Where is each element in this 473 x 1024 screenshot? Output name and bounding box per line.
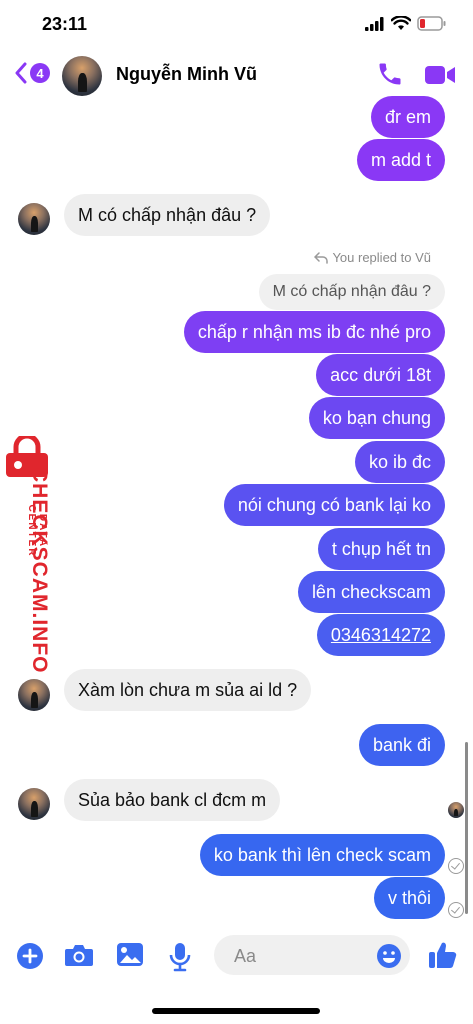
message-outgoing[interactable]: m add t — [356, 139, 445, 181]
sent-check-icon — [448, 858, 464, 874]
message-outgoing[interactable]: nói chung có bank lại ko — [223, 484, 445, 526]
status-time: 23:11 — [42, 14, 88, 34]
message-outgoing[interactable]: đr em — [370, 96, 445, 138]
sender-avatar — [18, 788, 50, 820]
message-incoming[interactable]: Sủa bảo bank cl đcm m — [64, 779, 281, 821]
replied-label: You replied to Vũ — [332, 250, 431, 265]
sender-avatar — [18, 203, 50, 235]
video-call-button[interactable] — [424, 63, 456, 92]
scrollbar[interactable] — [465, 742, 468, 914]
watermark-brand: CHECKSCAM.INFO — [28, 467, 51, 674]
camera-icon — [65, 945, 93, 966]
message-input-field[interactable] — [214, 935, 410, 975]
back-button[interactable]: 4 — [14, 62, 50, 84]
message-outgoing[interactable]: ko bank thì lên check scam — [199, 834, 445, 876]
message-input[interactable] — [232, 945, 366, 968]
status-bar: 23:11 — [0, 0, 473, 50]
gallery-button[interactable] — [116, 942, 144, 973]
plus-circle-icon — [17, 943, 43, 969]
voice-record-button[interactable] — [168, 942, 192, 977]
voice-call-button[interactable] — [376, 60, 404, 93]
reply-arrow-icon — [314, 251, 329, 264]
emoji-icon[interactable] — [376, 943, 402, 969]
like-button[interactable] — [428, 940, 458, 975]
contact-name[interactable]: Nguyễn Minh Vũ — [116, 64, 257, 85]
message-outgoing[interactable]: t chụp hết tn — [317, 528, 445, 570]
home-indicator — [152, 1008, 320, 1014]
replied-indicator: You replied to Vũ — [314, 250, 431, 265]
message-outgoing[interactable]: acc dưới 18t — [316, 354, 445, 396]
message-incoming[interactable]: Xàm lòn chưa m sủa ai ld ? — [64, 669, 312, 711]
quoted-message[interactable]: M có chấp nhận đâu ? — [258, 274, 445, 310]
chat-header: 4 Nguyễn Minh Vũ — [0, 50, 473, 102]
signal-icon — [365, 16, 384, 31]
plus-button[interactable] — [16, 942, 44, 975]
message-outgoing[interactable]: chấp r nhận ms ib đc nhé pro — [183, 311, 445, 353]
message-outgoing[interactable]: bank đi — [358, 724, 445, 766]
composer-bar — [0, 932, 473, 980]
phone-icon — [379, 63, 401, 85]
microphone-icon — [169, 943, 191, 972]
message-outgoing[interactable]: lên checkscam — [297, 571, 445, 613]
seen-avatar — [448, 802, 464, 818]
phone-number-link[interactable]: 0346314272 — [316, 614, 445, 656]
contact-avatar[interactable] — [62, 56, 102, 96]
image-icon — [117, 943, 143, 966]
video-camera-icon — [425, 66, 455, 84]
sent-check-icon — [448, 902, 464, 918]
chevron-left-icon — [15, 62, 27, 84]
unread-badge: 4 — [30, 63, 50, 83]
thumbs-up-icon — [429, 942, 457, 968]
battery-low-icon — [417, 16, 446, 31]
wifi-icon — [391, 16, 411, 30]
message-incoming[interactable]: M có chấp nhận đâu ? — [64, 194, 271, 236]
camera-button[interactable] — [64, 942, 94, 973]
message-outgoing[interactable]: ko bạn chung — [308, 397, 445, 439]
message-outgoing[interactable]: v thôi — [373, 877, 445, 919]
message-outgoing[interactable]: ko ib đc — [354, 441, 445, 483]
status-icons — [365, 16, 447, 31]
sender-avatar — [18, 679, 50, 711]
